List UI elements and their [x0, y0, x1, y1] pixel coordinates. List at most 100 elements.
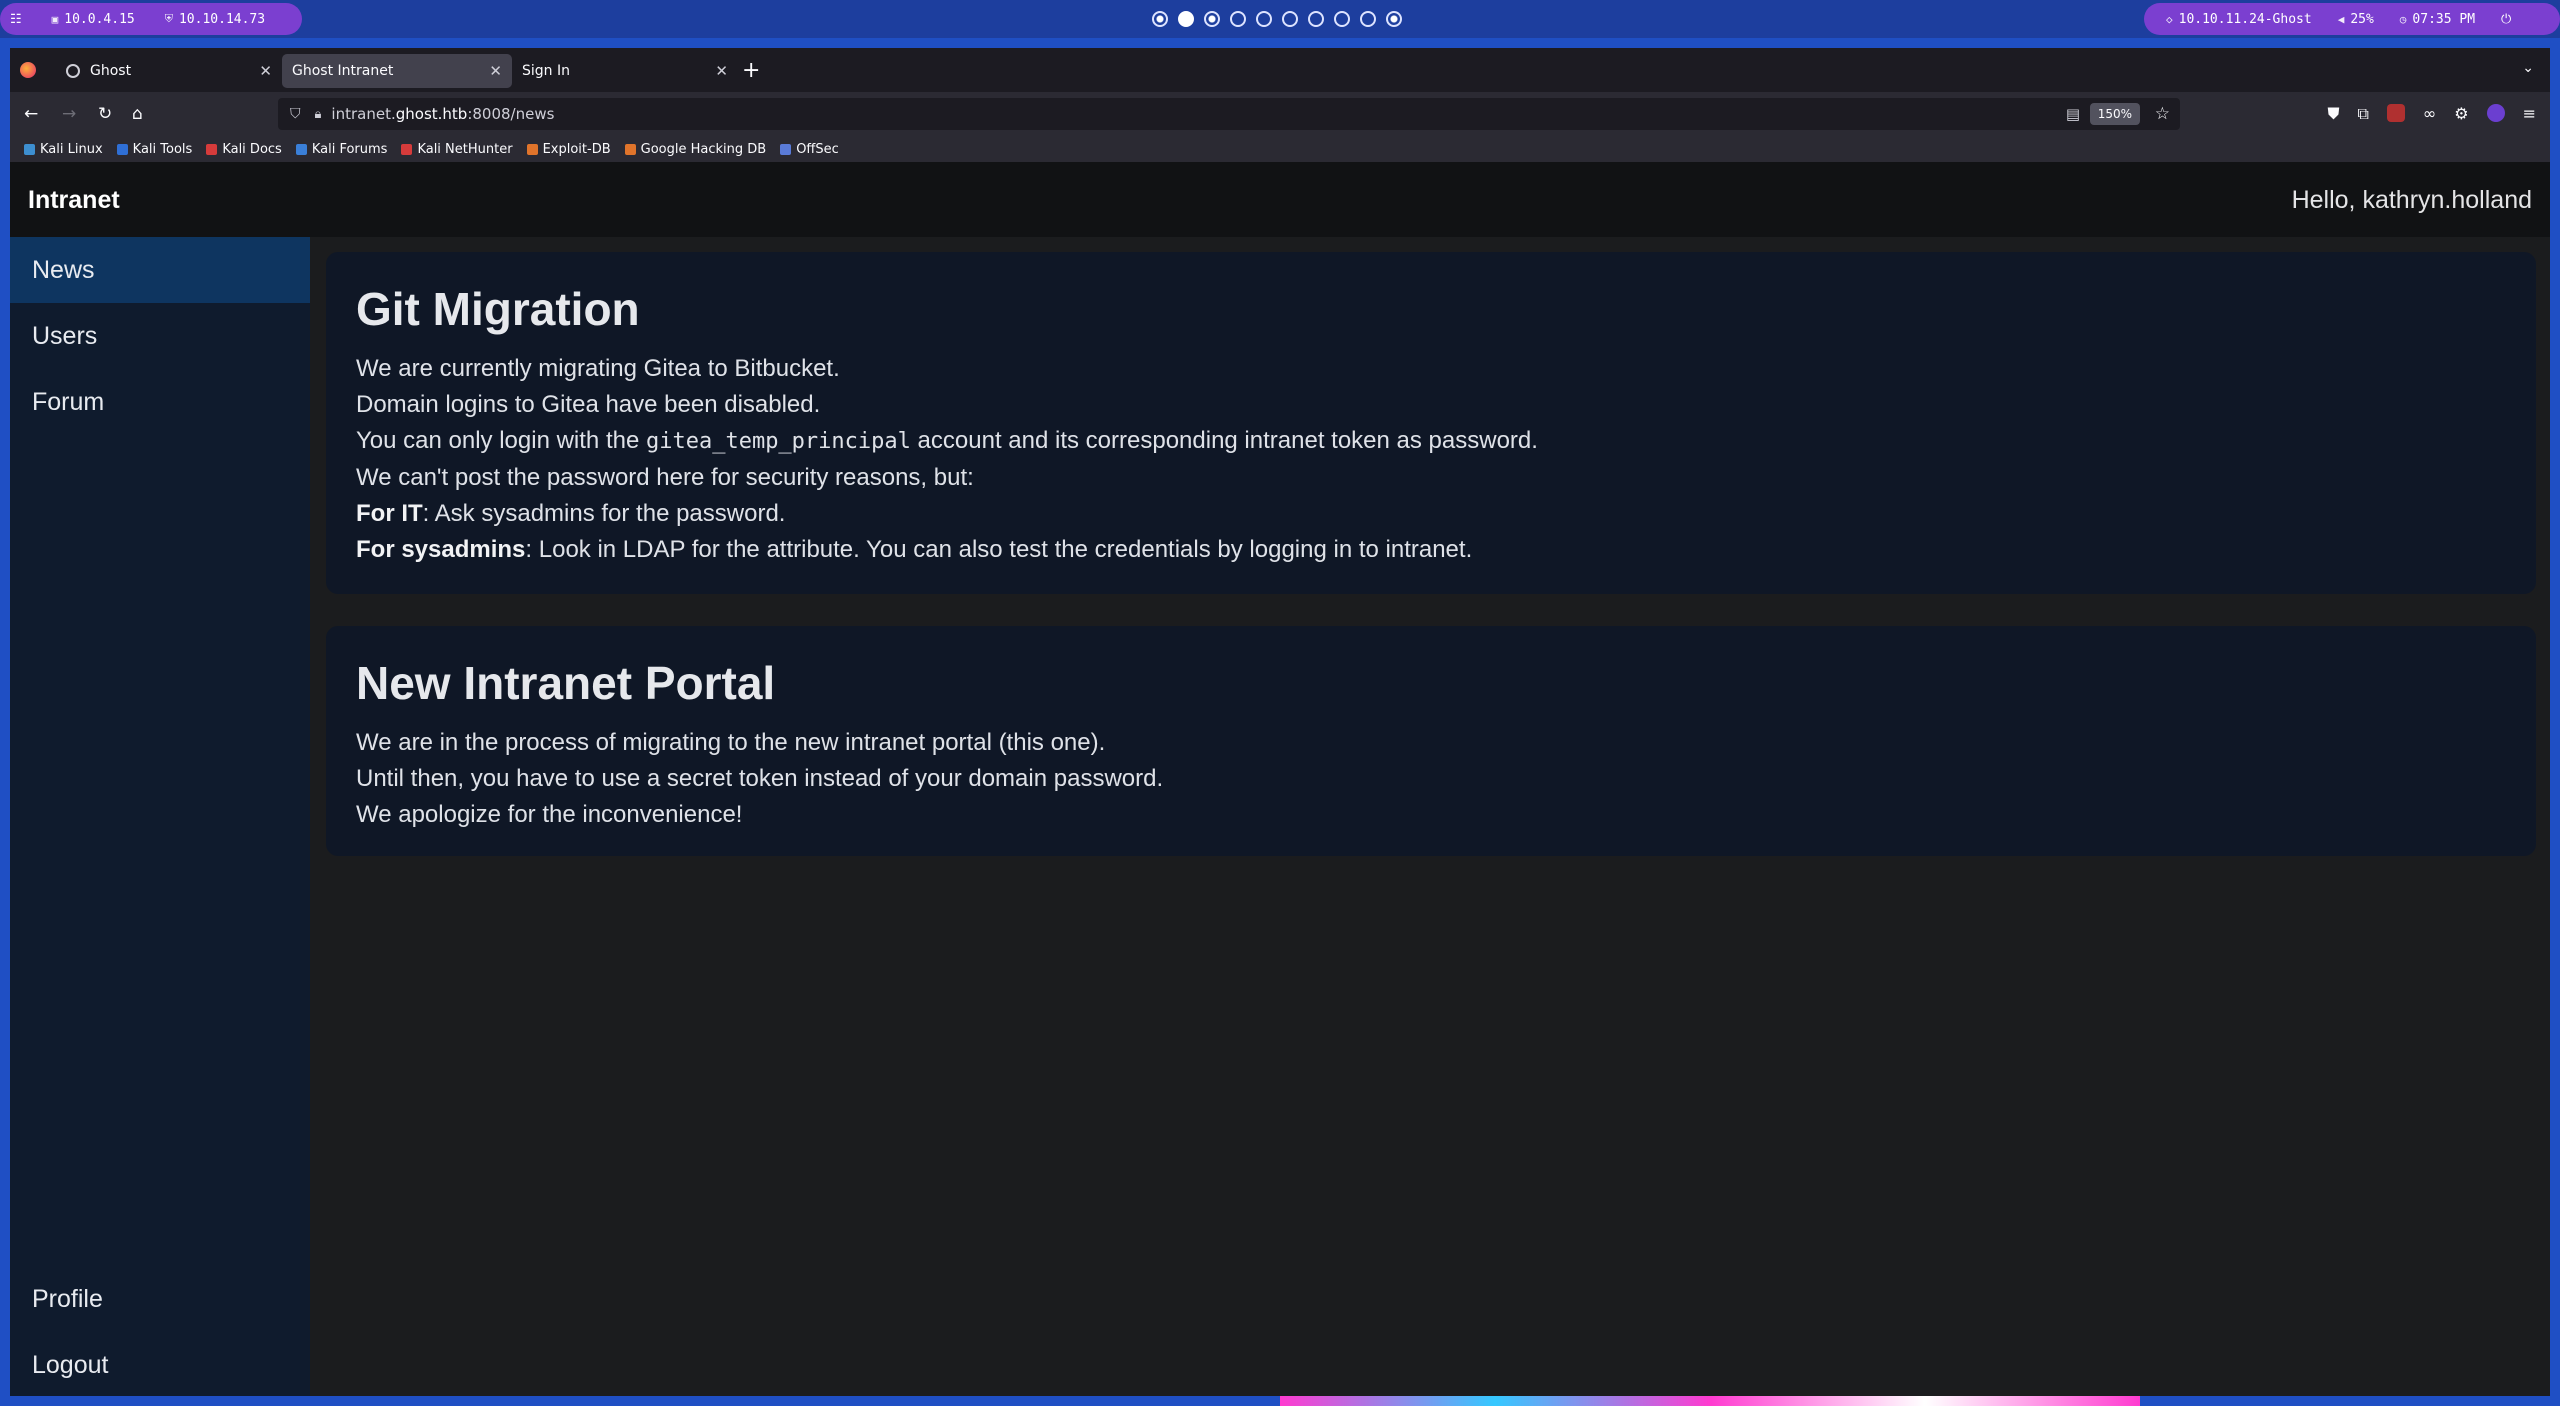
volume-indicator[interactable]: ◀ 25%	[2338, 12, 2374, 27]
url-bar[interactable]: ⛉ 🔒︎ intranet. ghost.htb :8008/news ▤ 15…	[278, 98, 2180, 130]
tab-sign-in[interactable]: Sign In ✕	[512, 54, 738, 88]
url-prefix: intranet.	[331, 105, 396, 123]
bookmark-item[interactable]: Exploit-DB	[526, 142, 611, 157]
clock: ◷ 07:35 PM	[2400, 12, 2475, 27]
workspace-7[interactable]	[1308, 11, 1324, 27]
home-icon[interactable]: ⌂	[132, 104, 143, 124]
close-icon[interactable]: ✕	[489, 62, 502, 80]
workspace-9[interactable]	[1360, 11, 1376, 27]
wallpaper-art	[1280, 1396, 2140, 1406]
extensions-icon[interactable]: ⧉	[2357, 104, 2368, 124]
kali-forums-icon	[295, 143, 307, 155]
bookmark-item[interactable]: Kali Tools	[116, 142, 192, 157]
speaker-icon: ◀	[2337, 12, 2345, 26]
forward-icon[interactable]: →	[62, 104, 76, 124]
menu-icon[interactable]: ☷	[10, 12, 22, 27]
extension-a-icon[interactable]	[2386, 104, 2405, 122]
post-line: We can't post the password here for secu…	[356, 464, 974, 492]
workspace-10[interactable]	[1386, 11, 1402, 27]
bookmark-star-icon[interactable]: ☆	[2155, 104, 2170, 124]
bookmark-item[interactable]: Kali NetHunter	[401, 141, 513, 157]
sidebar-item-news[interactable]: News	[10, 237, 310, 303]
shield-icon[interactable]: ⛉	[290, 106, 301, 122]
workspace-6[interactable]	[1282, 11, 1298, 27]
workspace-5[interactable]	[1256, 11, 1272, 27]
network-info-pill: ☷ ▣ 10.0.4.15 ⛨ 10.10.14.73	[0, 3, 302, 35]
hamburger-menu-icon[interactable]: ≡	[2523, 104, 2536, 124]
local-ip: ▣ 10.0.4.15	[52, 12, 135, 27]
globe-icon	[66, 64, 80, 78]
firefox-icon[interactable]	[20, 62, 36, 78]
sidebar: News Users Forum Profile Logout	[10, 237, 310, 1396]
news-post-git-migration: Git Migration We are currently migrating…	[326, 252, 2536, 594]
pocket-icon[interactable]: ⛊	[2327, 104, 2339, 124]
extension-gear-icon[interactable]: ⚙	[2454, 104, 2468, 124]
post-line-with-code: You can only login with the gitea_temp_p…	[356, 423, 2506, 460]
sidebar-item-users[interactable]: Users	[10, 303, 310, 369]
exploit-db-icon	[526, 143, 538, 155]
post-title: New Intranet Portal	[356, 657, 776, 709]
monitor-icon: ▣	[51, 12, 59, 26]
bold-label: For IT	[356, 500, 423, 528]
tab-ghost-intranet[interactable]: Ghost Intranet ✕	[282, 54, 512, 88]
workspace-8[interactable]	[1334, 11, 1350, 27]
vpn-ip: ⛨ 10.10.14.73	[165, 12, 265, 27]
bookmark-label: Kali NetHunter	[417, 141, 513, 157]
workspace-1[interactable]	[1152, 11, 1168, 27]
kali-docs-icon	[206, 143, 218, 155]
chevron-down-icon[interactable]: ⌄	[2522, 60, 2534, 76]
bookmark-item[interactable]: OffSec	[780, 142, 839, 157]
volume-label: 25%	[2350, 11, 2374, 27]
extension-purple-icon[interactable]	[2486, 104, 2505, 122]
google-hacking-db-icon	[624, 143, 636, 155]
close-icon[interactable]: ✕	[715, 62, 728, 80]
bold-label: For sysadmins	[356, 536, 526, 564]
brand-title[interactable]: Intranet	[28, 186, 120, 215]
back-icon[interactable]: ←	[24, 104, 38, 124]
bookmark-item[interactable]: Google Hacking DB	[624, 141, 767, 157]
workspace-switcher	[1152, 11, 1402, 27]
target-icon: ◇	[2166, 12, 2173, 26]
bookmark-label: Kali Linux	[40, 141, 103, 157]
desktop-top-panel: ☷ ▣ 10.0.4.15 ⛨ 10.10.14.73 ◇ 10.10.11.2…	[0, 0, 2560, 38]
vpn-shield-icon: ⛨	[164, 12, 173, 25]
app-header: Intranet Hello, kathryn.holland	[10, 162, 2550, 237]
local-ip-label: 10.0.4.15	[64, 11, 135, 27]
bookmark-item[interactable]: Kali Forums	[295, 141, 388, 157]
workspace-2[interactable]	[1178, 11, 1194, 27]
post-title: Git Migration	[356, 283, 640, 335]
power-icon[interactable]: ⏻	[2501, 12, 2511, 27]
extension-glasses-icon[interactable]: ∞	[2423, 104, 2436, 124]
workspace-3[interactable]	[1204, 11, 1220, 27]
tab-label: Sign In	[522, 63, 570, 79]
bookmark-item[interactable]: Kali Docs	[206, 142, 282, 157]
reload-icon[interactable]: ↻	[98, 104, 112, 124]
text-after-code: account and its corresponding intranet t…	[910, 427, 1538, 455]
lock-icon[interactable]: 🔒︎	[315, 107, 322, 122]
tab-label: Ghost Intranet	[292, 63, 394, 79]
sidebar-item-logout[interactable]: Logout	[10, 1332, 310, 1396]
bookmark-label: Kali Forums	[311, 141, 388, 157]
post-line: We are in the process of migrating to th…	[356, 729, 1106, 757]
bookmark-label: Google Hacking DB	[640, 141, 767, 157]
clock-label: 07:35 PM	[2412, 11, 2476, 27]
post-line: We are currently migrating Gitea to Bitb…	[356, 355, 840, 383]
clock-icon: ◷	[2399, 12, 2407, 26]
bookmark-label: OffSec	[796, 141, 839, 157]
tab-ghost[interactable]: Ghost ✕	[56, 54, 282, 88]
sidebar-item-profile[interactable]: Profile	[10, 1266, 310, 1332]
reader-view-icon[interactable]: ▤	[2066, 105, 2080, 123]
post-line: Until then, you have to use a secret tok…	[356, 765, 1164, 793]
kali-tools-icon	[116, 143, 128, 155]
post-line-text: : Look in LDAP for the attribute. You ca…	[525, 536, 1473, 564]
url-host: ghost.htb	[395, 105, 468, 123]
zoom-indicator[interactable]: 150%	[2089, 103, 2140, 125]
new-tab-icon[interactable]: +	[742, 58, 760, 83]
tab-label: Ghost	[90, 63, 132, 79]
tab-bar: Ghost ✕ Ghost Intranet ✕ Sign In ✕ + ⌄	[10, 48, 2550, 92]
bookmark-item[interactable]: Kali Linux	[24, 142, 103, 157]
text-before-code: You can only login with the	[356, 427, 646, 455]
sidebar-item-forum[interactable]: Forum	[10, 369, 310, 435]
close-icon[interactable]: ✕	[259, 62, 272, 80]
workspace-4[interactable]	[1230, 11, 1246, 27]
